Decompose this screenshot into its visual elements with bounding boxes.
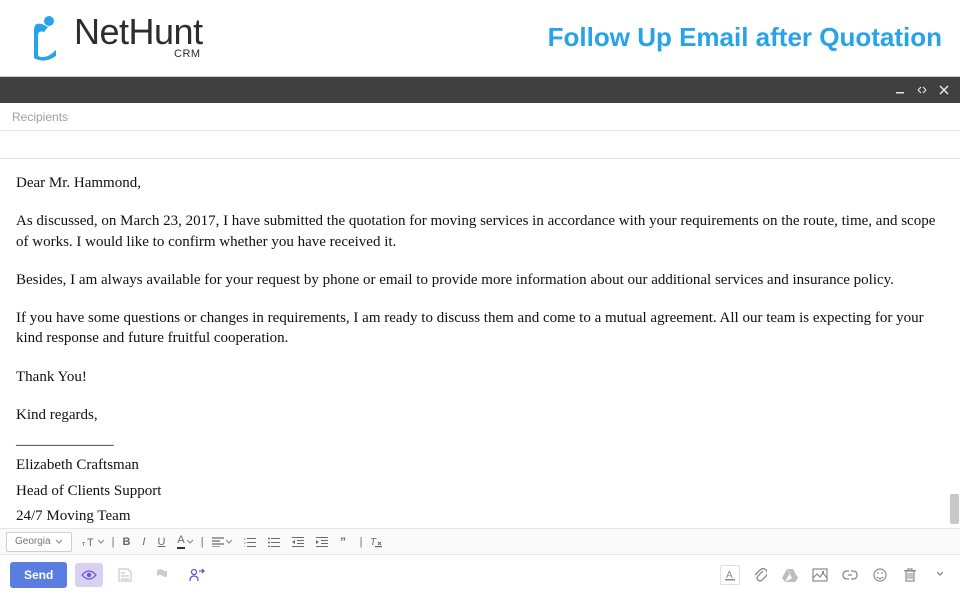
body-scrollbar[interactable] [948, 159, 960, 528]
email-greeting: Dear Mr. Hammond, [16, 173, 944, 193]
bullet-list-button[interactable] [262, 532, 286, 552]
indent-more-button[interactable] [310, 532, 334, 552]
nethunt-logo-icon [14, 12, 64, 62]
email-paragraph-2: Besides, I am always available for your … [16, 270, 944, 290]
email-paragraph-3: If you have some questions or changes in… [16, 308, 944, 349]
formatting-panel-icon[interactable]: A [720, 565, 740, 585]
email-paragraph-1: As discussed, on March 23, 2017, I have … [16, 211, 944, 252]
scroll-thumb[interactable] [950, 494, 959, 524]
send-right-group: A [720, 565, 950, 585]
recipients-field[interactable]: Recipients [0, 103, 960, 131]
align-button[interactable] [206, 532, 238, 552]
brand-text: NetHunt CRM [74, 14, 203, 60]
attach-icon[interactable] [750, 565, 770, 585]
flag-icon[interactable] [147, 563, 175, 587]
subject-field[interactable] [0, 131, 960, 159]
recipients-placeholder: Recipients [12, 110, 68, 124]
email-thanks: Thank You! [16, 367, 944, 387]
divider: | [199, 532, 206, 552]
minimize-icon[interactable] [894, 84, 906, 96]
bold-button[interactable]: B [116, 532, 136, 552]
font-size-button[interactable]: тT [76, 532, 110, 552]
email-signoff: Kind regards, [16, 405, 944, 425]
email-sig-role: Head of Clients Support [16, 481, 944, 501]
expand-icon[interactable] [916, 84, 928, 96]
email-sig-name: Elizabeth Craftsman [16, 455, 944, 475]
compose-titlebar [0, 77, 960, 103]
page-title: Follow Up Email after Quotation [548, 22, 942, 53]
send-button[interactable]: Send [10, 562, 67, 588]
font-family-select[interactable]: Georgia [6, 532, 72, 552]
send-toolbar: Send A [0, 555, 960, 595]
divider: | [358, 532, 365, 552]
send-left-group: Send [10, 562, 211, 588]
trash-icon[interactable] [900, 565, 920, 585]
compose-body[interactable]: Dear Mr. Hammond, As discussed, on March… [0, 159, 960, 529]
compose-window: Recipients Dear Mr. Hammond, As discusse… [0, 76, 960, 595]
insert-link-icon[interactable] [840, 565, 860, 585]
emoji-icon[interactable] [870, 565, 890, 585]
insert-image-icon[interactable] [810, 565, 830, 585]
indent-less-button[interactable] [286, 532, 310, 552]
tracking-eye-icon[interactable] [75, 563, 103, 587]
underline-button[interactable]: U [151, 532, 171, 552]
followup-person-icon[interactable] [183, 563, 211, 587]
svg-text:т: т [82, 541, 86, 548]
svg-text:T: T [87, 537, 94, 548]
divider: | [110, 532, 117, 552]
close-icon[interactable] [938, 84, 950, 96]
brand-name: NetHunt [74, 11, 203, 52]
clear-format-button[interactable]: T [364, 532, 388, 552]
templates-icon[interactable] [111, 563, 139, 587]
email-sig-company: 24/7 Moving Team [16, 506, 944, 526]
svg-text:3: 3 [244, 545, 246, 547]
format-toolbar: Georgia тT | B I U A | 123 [0, 529, 960, 555]
font-family-label: Georgia [15, 536, 51, 547]
italic-button[interactable]: I [136, 532, 151, 552]
page-header: NetHunt CRM Follow Up Email after Quotat… [0, 0, 960, 76]
quote-button[interactable]: ” [334, 532, 358, 552]
svg-text:”: ” [340, 537, 346, 547]
email-separator: _____________ [16, 430, 944, 450]
more-options-icon[interactable] [930, 565, 950, 585]
text-color-button[interactable]: A [171, 532, 198, 552]
brand-logo: NetHunt CRM [14, 12, 203, 62]
numbered-list-button[interactable]: 123 [238, 532, 262, 552]
drive-icon[interactable] [780, 565, 800, 585]
